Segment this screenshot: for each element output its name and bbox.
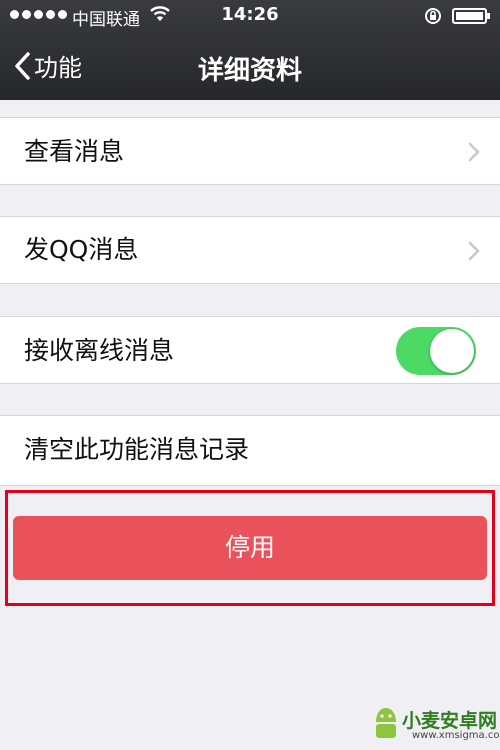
chevron-right-icon	[468, 241, 480, 261]
receive-offline-label: 接收离线消息	[24, 336, 175, 365]
receive-offline-row: 接收离线消息	[0, 316, 500, 384]
receive-offline-toggle[interactable]	[396, 327, 476, 375]
watermark-url: www.xmsigma.com	[412, 730, 500, 741]
send-qq-message-label: 发QQ消息	[24, 235, 139, 264]
chevron-right-icon	[468, 142, 480, 162]
battery-icon	[452, 8, 490, 24]
status-bar: 中国联通 14:26	[0, 0, 500, 34]
android-icon	[376, 708, 396, 738]
watermark-logo: 小麦安卓网 www.xmsigma.com	[372, 704, 500, 746]
view-messages-row[interactable]: 查看消息	[0, 117, 500, 185]
clear-history-label: 清空此功能消息记录	[24, 435, 250, 464]
page-title: 详细资料	[197, 56, 302, 86]
view-messages-label: 查看消息	[24, 137, 125, 166]
watermark-name: 小麦安卓网	[402, 710, 498, 732]
clear-history-row[interactable]: 清空此功能消息记录	[0, 415, 500, 486]
disable-button[interactable]: 停用	[13, 516, 487, 580]
toggle-knob	[430, 329, 474, 373]
send-qq-message-row[interactable]: 发QQ消息	[0, 216, 500, 284]
app-header: 中国联通 14:26 功能 详细资料	[0, 0, 500, 100]
navigation-bar: 功能 详细资料	[0, 34, 500, 100]
rotation-lock-icon	[425, 8, 441, 24]
